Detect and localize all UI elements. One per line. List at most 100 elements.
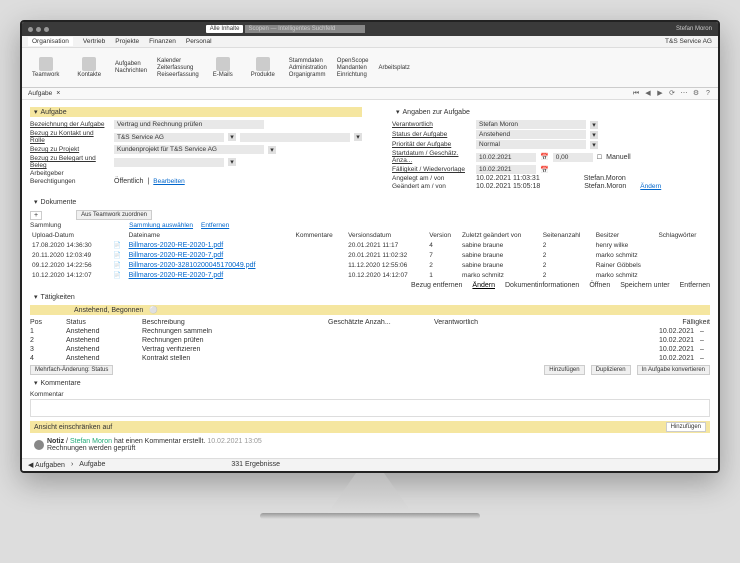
tab-aufgabe[interactable]: Aufgabe [28,90,52,97]
col-upload[interactable]: Upload-Datum [30,231,111,240]
col-dateiname[interactable]: Dateiname [127,231,294,240]
menu-finanzen[interactable]: Finanzen [149,38,176,45]
breadcrumb-item[interactable]: ◀ Aufgaben [28,461,65,469]
menu-vertrieb[interactable]: Vertrieb [83,38,105,45]
col-seiten[interactable]: Seitenanzahl [541,231,594,240]
field-prioritaet[interactable]: Normal [476,140,586,149]
nav-next-icon[interactable]: ▶ [656,90,664,98]
col-status[interactable]: Status [66,319,136,326]
section-aufgabe[interactable]: ▾Aufgabe [30,107,362,117]
field-belegart[interactable] [114,158,224,167]
section-dokumente[interactable]: ▾Dokumente [30,197,710,207]
dropdown-icon[interactable]: ▾ [228,133,236,141]
org-selector[interactable]: T&S Service AG [665,38,712,45]
tab-close-icon[interactable]: × [56,90,60,97]
btn-duplizieren[interactable]: Duplizieren [591,365,631,375]
menu-projekte[interactable]: Projekte [115,38,139,45]
dropdown-icon[interactable]: ▾ [268,146,276,154]
section-kommentare[interactable]: ▾Kommentare [30,378,710,388]
activity-status-filter[interactable]: Anstehend, Begonnen [74,307,143,314]
field-startdatum[interactable]: 10.02.2021 [476,153,536,162]
action-speichern-unter[interactable]: Speichern unter [620,282,669,289]
ribbon-produkte[interactable]: Produkte [247,55,279,80]
col-versionsdatum[interactable]: Versionsdatum [346,231,427,240]
action-aendern[interactable]: Ändern [472,282,495,289]
link-aendern[interactable]: Ändern [640,183,661,190]
table-row[interactable]: 17.08.2020 14:36:30📄Billmaros-2020-RE-20… [30,240,710,250]
menu-personal[interactable]: Personal [186,38,212,45]
link-sammlung-auswaehlen[interactable]: Sammlung auswählen [129,222,193,229]
activity-row[interactable]: 1AnstehendRechnungen sammeln10.02.2021– [30,327,710,336]
field-faelligkeit[interactable]: 10.02.2021 [476,165,536,174]
dropdown-icon[interactable]: ▾ [354,133,362,141]
ribbon-kalender[interactable]: Kalender [157,58,199,64]
field-verantwortlich[interactable]: Stefan Moron [476,120,586,129]
activity-row[interactable]: 2AnstehendRechnungen prüfen10.02.2021– [30,336,710,345]
btn-hinzufuegen[interactable]: Hinzufügen [544,365,584,375]
dropdown-icon[interactable]: ▾ [590,121,598,129]
table-row[interactable]: 20.11.2020 12:03:49📄Billmaros-2020-RE-20… [30,250,710,260]
col-besitzer[interactable]: Besitzer [594,231,657,240]
action-oeffnen[interactable]: Öffnen [589,282,610,289]
ribbon-arbeitsplatz[interactable]: Arbeitsplatz [379,65,410,71]
settings-icon[interactable]: ⚙ [692,90,700,98]
dropdown-icon[interactable]: ▾ [590,131,598,139]
ribbon-stammdaten[interactable]: Stammdaten [289,58,327,64]
col-verantwortlich[interactable]: Verantwortlich [434,319,534,326]
link-entfernen[interactable]: Entfernen [201,222,229,229]
ribbon-teamwork[interactable]: Teamwork [28,55,63,80]
global-search-input[interactable]: Scopen — Intelligentes Suchfeld [245,25,365,33]
ribbon-einrichtung[interactable]: Einrichtung [337,72,369,78]
field-bezeichnung[interactable]: Vertrag und Rechnung prüfen [114,120,264,129]
field-projekt[interactable]: Kundenprojekt für T&S Service AG [114,145,264,154]
col-faelligkeit[interactable]: Fälligkeit [540,319,710,326]
add-doc-button[interactable]: + [30,211,42,220]
col-version[interactable]: Version [427,231,460,240]
field-status[interactable]: Anstehend [476,130,586,139]
note-user[interactable]: Stefan Moron [70,438,112,445]
action-entfernen[interactable]: Entfernen [680,282,710,289]
nav-prev-icon[interactable]: ◀ [644,90,652,98]
ribbon-aufgaben[interactable]: Aufgaben [115,61,147,67]
dropdown-icon[interactable]: ▾ [228,158,236,166]
ribbon-mandanten[interactable]: Mandanten [337,65,369,71]
ribbon-administration[interactable]: Administration [289,65,327,71]
col-pos[interactable]: Pos [30,319,60,326]
activity-row[interactable]: 4AnstehendKontrakt stellen10.02.2021– [30,354,710,363]
calendar-icon[interactable]: 📅 [540,153,549,161]
more-icon[interactable]: ⋯ [680,90,688,98]
current-user-label[interactable]: Stefan Moron [676,26,712,32]
col-geschaetzt[interactable]: Geschätzte Anzah... [328,319,428,326]
link-bearbeiten[interactable]: Bearbeiten [153,178,184,185]
action-dokumentinfo[interactable]: Dokumentinformationen [505,282,579,289]
field-rolle[interactable] [240,133,350,142]
col-schlagwoerter[interactable]: Schlagwörter [656,231,710,240]
help-icon[interactable]: ? [704,90,712,98]
col-kommentare[interactable]: Kommentare [294,231,347,240]
col-geaendert-von[interactable]: Zuletzt geändert von [460,231,541,240]
ribbon-kontakte[interactable]: Kontakte [73,55,105,80]
breadcrumb-item[interactable]: Aufgabe [79,461,105,469]
field-kontakt[interactable]: T&S Service AG [114,133,224,142]
btn-kommentar-hinzufuegen[interactable]: Hinzufügen [666,422,706,432]
mehrfach-aenderung-select[interactable]: Mehrfach-Änderung: Status [30,365,113,375]
section-taetigkeiten[interactable]: ▾Tätigkeiten [30,292,710,302]
calendar-icon[interactable]: 📅 [540,166,549,174]
ribbon-zeiterfassung[interactable]: Zeiterfassung [157,65,199,71]
ribbon-openscope[interactable]: OpenScope [337,58,369,64]
teamwork-assign-button[interactable]: Aus Teamwork zuordnen [76,210,152,220]
ribbon-emails[interactable]: E-Mails [209,55,237,80]
filter-icon[interactable]: ⚪ [149,306,158,314]
field-estimate[interactable]: 0,00 [553,153,593,162]
search-scope-chip[interactable]: Alle Inhalte [206,25,244,33]
col-beschreibung[interactable]: Beschreibung [142,319,322,326]
ribbon-reiseerfassung[interactable]: Reiseerfassung [157,72,199,78]
ribbon-organigramm[interactable]: Organigramm [289,72,327,78]
btn-konvertieren[interactable]: In Aufgabe konvertieren [637,365,710,375]
menu-organisation[interactable]: Organisation [28,37,73,46]
refresh-icon[interactable]: ⟳ [668,90,676,98]
activity-filter-bar[interactable]: Anstehend, Begonnen ⚪ [30,305,710,315]
ribbon-nachrichten[interactable]: Nachrichten [115,68,147,74]
comment-textarea[interactable] [30,399,710,417]
dropdown-icon[interactable]: ▾ [590,141,598,149]
